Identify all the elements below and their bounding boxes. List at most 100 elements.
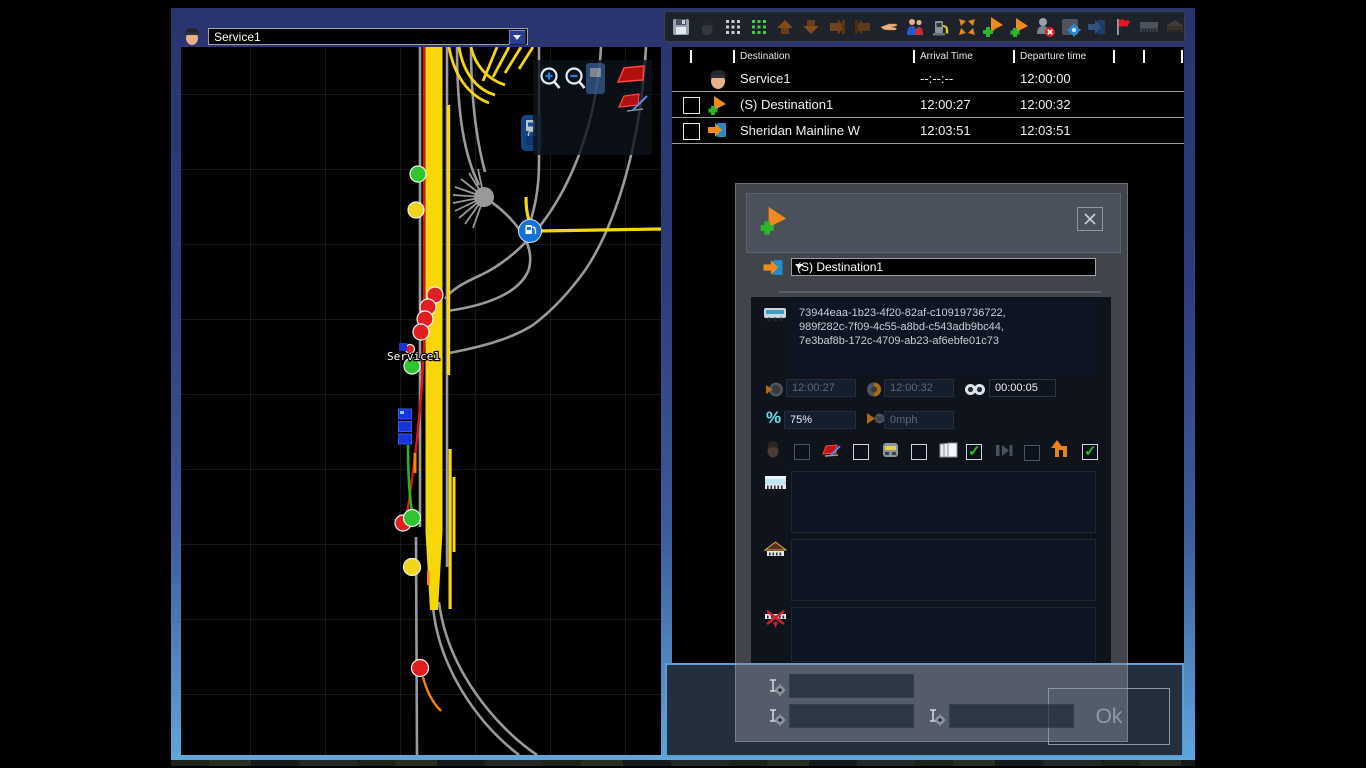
scatter-arrows-button[interactable]	[956, 16, 978, 38]
driver-dim-icon	[698, 17, 716, 37]
row-arrival: --:--:--	[920, 71, 953, 86]
row-checkbox[interactable]	[683, 97, 700, 114]
performance-field[interactable]: 75%	[784, 411, 856, 429]
map-overlay-panel	[533, 60, 652, 155]
stacked-cards-icon	[938, 441, 958, 464]
close-icon	[1083, 212, 1097, 226]
arrival-time-field[interactable]: 12:00:27	[786, 379, 856, 397]
settings-box-icon	[1060, 16, 1082, 38]
play-pause-checkbox[interactable]	[1024, 445, 1040, 461]
timetable-header: Destination Arrival Time Departure time	[672, 48, 1184, 66]
move-up-button[interactable]	[774, 16, 796, 38]
name-field-3[interactable]	[949, 704, 1074, 728]
col-departure: Departure time	[1020, 51, 1086, 62]
portal-tool-button[interactable]	[1086, 16, 1108, 38]
portal-dim-icon	[1087, 17, 1107, 37]
close-button[interactable]	[1077, 207, 1103, 231]
transfer-right-icon	[827, 17, 847, 37]
flag-button[interactable]	[1112, 16, 1134, 38]
route-map[interactable]: Service1	[181, 47, 661, 755]
divider	[779, 291, 1101, 293]
add-service-button[interactable]	[982, 16, 1004, 38]
consist-markers[interactable]	[399, 409, 412, 444]
app-window: Service1	[0, 0, 1366, 768]
service-dropdown-value: Service1	[214, 30, 261, 44]
add-service-icon	[982, 16, 1004, 38]
uturn-checkbox[interactable]	[1082, 444, 1098, 460]
rename-gear-icon	[766, 677, 788, 702]
departure-time-field[interactable]: 12:00:32	[884, 379, 954, 397]
portal-icon	[707, 121, 727, 142]
platform-icon	[763, 473, 788, 498]
platform-crossed-icon	[763, 609, 788, 634]
world-strip	[171, 760, 1195, 766]
arrival-clock-icon	[765, 381, 784, 403]
flag-icon	[1113, 17, 1133, 37]
remove-driver-button[interactable]	[1034, 16, 1056, 38]
col-arrival: Arrival Time	[920, 51, 973, 62]
duration-field[interactable]: 00:00:05	[989, 379, 1056, 397]
platform-tool-button[interactable]	[1138, 16, 1160, 38]
row-departure: 12:03:51	[1020, 123, 1071, 138]
stop-marker-checkbox[interactable]	[853, 444, 869, 460]
passengers-button[interactable]	[904, 16, 926, 38]
consist-id: 73944eaa-1b23-4f20-82af-c10919736722,	[799, 306, 1088, 320]
cards-checkbox[interactable]	[966, 444, 982, 460]
fuel-point-icon[interactable]	[519, 220, 542, 243]
driver-tool-button[interactable]	[696, 16, 718, 38]
pointer-hand-icon	[879, 17, 899, 37]
add-stop-icon	[757, 204, 789, 241]
consist-id: 989f282c-7f09-4c55-a8bd-c543adb9bc44,	[799, 320, 1088, 334]
stop-properties-dialog: (S) Destination1 73944eaa-1b23-4f20-82af…	[735, 183, 1128, 742]
add-stop-icon	[706, 94, 728, 119]
grid-dark-icon	[723, 17, 743, 37]
train-checkbox[interactable]	[911, 444, 927, 460]
transfer-left-button[interactable]	[852, 16, 874, 38]
save-button[interactable]	[670, 16, 692, 38]
dialog-body: 73944eaa-1b23-4f20-82af-c10919736722, 98…	[751, 297, 1111, 663]
speed-limit-field[interactable]: 0mph	[884, 411, 954, 429]
table-row[interactable]: Sheridan Mainline W 12:03:51 12:03:51	[672, 118, 1184, 144]
service-dropdown[interactable]: Service1	[208, 28, 528, 45]
dialog-header	[746, 193, 1121, 253]
fuel-ghost-icon[interactable]	[586, 63, 605, 94]
percent-icon: %	[766, 408, 784, 428]
uturn-arrow-icon	[1051, 440, 1071, 463]
name-field-2[interactable]	[789, 704, 914, 728]
scatter-arrows-icon	[957, 17, 977, 37]
pointer-hand-button[interactable]	[878, 16, 900, 38]
fuel-pump-button[interactable]	[930, 16, 952, 38]
destination-dropdown[interactable]: (S) Destination1	[791, 258, 1096, 276]
grid-green-button[interactable]	[748, 16, 770, 38]
excluded-platform-list[interactable]	[791, 607, 1096, 662]
transfer-right-button[interactable]	[826, 16, 848, 38]
speed-limit-icon: 30	[866, 411, 885, 431]
add-stop-button[interactable]	[1008, 16, 1030, 38]
consist-id: 7e3baf8b-172c-4709-ab23-af6ebfe01c73	[799, 334, 1088, 348]
table-row[interactable]: Service1 --:--:-- 12:00:00	[672, 66, 1184, 92]
row-checkbox[interactable]	[683, 123, 700, 140]
platform-list[interactable]	[791, 471, 1096, 533]
shed-tool-button[interactable]	[1164, 16, 1186, 38]
shed-icon	[763, 541, 788, 566]
consist-wagon-icon	[763, 306, 787, 328]
settings-box-button[interactable]	[1060, 16, 1082, 38]
row-destination: (S) Destination1	[740, 97, 833, 112]
shed-list[interactable]	[791, 539, 1096, 601]
departure-clock-icon	[866, 381, 885, 403]
table-row[interactable]: (S) Destination1 12:00:27 12:00:32	[672, 92, 1184, 118]
row-destination: Service1	[740, 71, 791, 86]
row-departure: 12:00:00	[1020, 71, 1071, 86]
driver-icon	[708, 68, 728, 93]
driver-flag-icon	[765, 440, 781, 463]
grid-dark-button[interactable]	[722, 16, 744, 38]
name-field-1[interactable]	[789, 674, 914, 698]
row-arrival: 12:00:27	[920, 97, 971, 112]
duration-clocks-icon	[964, 383, 986, 401]
transfer-left-icon	[853, 17, 873, 37]
destination-dropdown-value: (S) Destination1	[797, 260, 883, 274]
move-down-button[interactable]	[800, 16, 822, 38]
chevron-down-icon[interactable]	[509, 30, 526, 45]
driver-checkbox[interactable]	[794, 444, 810, 460]
row-destination: Sheridan Mainline W	[740, 123, 860, 138]
